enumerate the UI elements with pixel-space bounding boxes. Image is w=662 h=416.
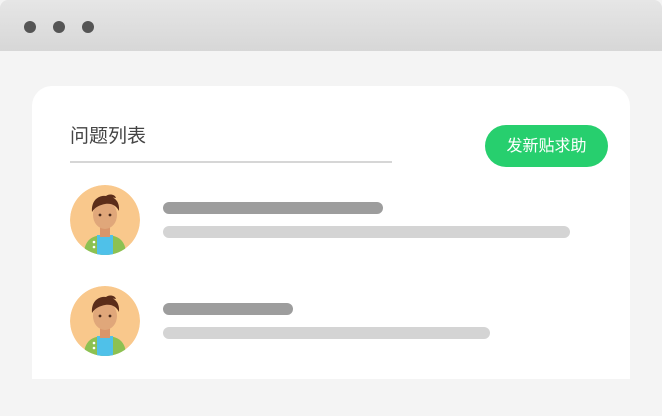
window-titlebar [0,0,662,51]
text-placeholder-bar [163,327,490,339]
window-dot-icon[interactable] [82,21,94,33]
person-avatar-icon [70,286,140,356]
page-bottom-band [0,379,662,416]
title-placeholder-bar [163,202,383,214]
person-avatar-icon [70,185,140,255]
list-item[interactable] [70,286,610,358]
question-list-card: 问题列表 发新贴求助 [32,86,630,416]
window-dot-icon[interactable] [24,21,36,33]
window-dot-icon[interactable] [53,21,65,33]
list-title: 问题列表 [70,125,147,147]
post-help-button[interactable]: 发新贴求助 [485,125,608,167]
list-item[interactable] [70,185,610,257]
title-placeholder-bar [163,303,293,315]
text-placeholder-bar [163,226,570,238]
title-divider [70,161,392,163]
